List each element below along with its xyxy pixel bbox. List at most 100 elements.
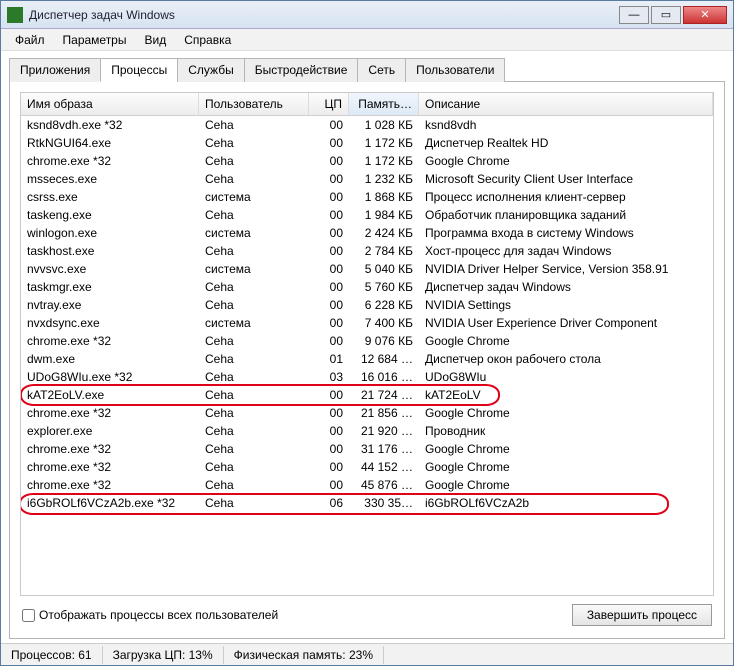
table-row[interactable]: chrome.exe *32Ceha0031 176 …Google Chrom… (21, 440, 713, 458)
col-description[interactable]: Описание (419, 93, 713, 115)
process-name: ksnd8vdh.exe *32 (21, 117, 199, 133)
table-row[interactable]: chrome.exe *32Ceha0044 152 …Google Chrom… (21, 458, 713, 476)
process-user: Ceha (199, 135, 309, 151)
status-cpu: Загрузка ЦП: 13% (103, 646, 224, 664)
process-name: i6GbROLf6VCzA2b.exe *32 (21, 495, 199, 511)
table-row[interactable]: chrome.exe *32Ceha0021 856 …Google Chrom… (21, 404, 713, 422)
process-user: система (199, 225, 309, 241)
process-description: Google Chrome (419, 405, 713, 421)
process-cpu: 00 (309, 333, 349, 349)
menu-view[interactable]: Вид (136, 31, 174, 49)
process-description: ksnd8vdh (419, 117, 713, 133)
process-memory: 21 724 … (349, 387, 419, 403)
table-body[interactable]: ksnd8vdh.exe *32Ceha001 028 КБksnd8vdhRt… (21, 116, 713, 595)
process-memory: 1 868 КБ (349, 189, 419, 205)
process-cpu: 00 (309, 243, 349, 259)
titlebar[interactable]: Диспетчер задач Windows — ▭ ✕ (1, 1, 733, 29)
col-cpu[interactable]: ЦП (309, 93, 349, 115)
process-cpu: 00 (309, 135, 349, 151)
process-user: Ceha (199, 387, 309, 403)
process-name: explorer.exe (21, 423, 199, 439)
tab-users[interactable]: Пользователи (405, 58, 505, 82)
process-name: chrome.exe *32 (21, 153, 199, 169)
process-description: Обработчик планировщика заданий (419, 207, 713, 223)
process-name: nvvsvc.exe (21, 261, 199, 277)
end-process-button[interactable]: Завершить процесс (572, 604, 712, 626)
process-cpu: 01 (309, 351, 349, 367)
menu-help[interactable]: Справка (176, 31, 239, 49)
table-row[interactable]: chrome.exe *32Ceha001 172 КБGoogle Chrom… (21, 152, 713, 170)
process-cpu: 00 (309, 225, 349, 241)
process-user: система (199, 261, 309, 277)
tab-services[interactable]: Службы (177, 58, 244, 82)
process-user: Ceha (199, 477, 309, 493)
process-cpu: 00 (309, 171, 349, 187)
table-row[interactable]: ksnd8vdh.exe *32Ceha001 028 КБksnd8vdh (21, 116, 713, 134)
process-name: winlogon.exe (21, 225, 199, 241)
process-cpu: 00 (309, 279, 349, 295)
maximize-button[interactable]: ▭ (651, 6, 681, 24)
status-processes: Процессов: 61 (1, 646, 103, 664)
window-buttons: — ▭ ✕ (619, 6, 727, 24)
process-user: Ceha (199, 153, 309, 169)
table-row[interactable]: msseces.exeCeha001 232 КБMicrosoft Secur… (21, 170, 713, 188)
process-cpu: 00 (309, 261, 349, 277)
col-user[interactable]: Пользователь (199, 93, 309, 115)
menubar: Файл Параметры Вид Справка (1, 29, 733, 51)
process-cpu: 00 (309, 207, 349, 223)
process-memory: 1 028 КБ (349, 117, 419, 133)
table-row[interactable]: RtkNGUI64.exeCeha001 172 КБДиспетчер Rea… (21, 134, 713, 152)
process-cpu: 00 (309, 477, 349, 493)
table-row[interactable]: taskmgr.exeCeha005 760 КБДиспетчер задач… (21, 278, 713, 296)
process-user: система (199, 189, 309, 205)
col-image-name[interactable]: Имя образа (21, 93, 199, 115)
process-user: Ceha (199, 459, 309, 475)
process-cpu: 00 (309, 423, 349, 439)
table-row[interactable]: kAT2EoLV.exeCeha0021 724 …kAT2EoLV (21, 386, 713, 404)
menu-options[interactable]: Параметры (55, 31, 135, 49)
table-row[interactable]: i6GbROLf6VCzA2b.exe *32Ceha06330 35…i6Gb… (21, 494, 713, 512)
tab-processes[interactable]: Процессы (100, 58, 178, 82)
process-description: Программа входа в систему Windows (419, 225, 713, 241)
process-description: Диспетчер задач Windows (419, 279, 713, 295)
col-memory[interactable]: Память… (349, 93, 419, 115)
process-cpu: 00 (309, 297, 349, 313)
table-row[interactable]: taskeng.exeCeha001 984 КБОбработчик план… (21, 206, 713, 224)
process-user: Ceha (199, 207, 309, 223)
table-row[interactable]: explorer.exeCeha0021 920 …Проводник (21, 422, 713, 440)
tab-network[interactable]: Сеть (357, 58, 406, 82)
process-description: Google Chrome (419, 477, 713, 493)
task-manager-window: Диспетчер задач Windows — ▭ ✕ Файл Парам… (0, 0, 734, 666)
table-row[interactable]: csrss.exeсистема001 868 КБПроцесс исполн… (21, 188, 713, 206)
show-all-users-checkbox[interactable]: Отображать процессы всех пользователей (22, 608, 278, 622)
table-row[interactable]: dwm.exeCeha0112 684 …Диспетчер окон рабо… (21, 350, 713, 368)
tab-applications[interactable]: Приложения (9, 58, 101, 82)
table-row[interactable]: winlogon.exeсистема002 424 КБПрограмма в… (21, 224, 713, 242)
menu-file[interactable]: Файл (7, 31, 53, 49)
table-row[interactable]: nvxdsync.exeсистема007 400 КБNVIDIA User… (21, 314, 713, 332)
tab-performance[interactable]: Быстродействие (244, 58, 359, 82)
table-row[interactable]: nvtray.exeCeha006 228 КБNVIDIA Settings (21, 296, 713, 314)
process-memory: 7 400 КБ (349, 315, 419, 331)
status-memory: Физическая память: 23% (224, 646, 384, 664)
tab-panel-processes: Имя образа Пользователь ЦП Память… Описа… (9, 81, 725, 639)
process-user: Ceha (199, 297, 309, 313)
show-all-users-label: Отображать процессы всех пользователей (39, 608, 278, 622)
table-row[interactable]: chrome.exe *32Ceha0045 876 …Google Chrom… (21, 476, 713, 494)
process-memory: 2 424 КБ (349, 225, 419, 241)
minimize-button[interactable]: — (619, 6, 649, 24)
table-row[interactable]: chrome.exe *32Ceha009 076 КБGoogle Chrom… (21, 332, 713, 350)
process-user: Ceha (199, 405, 309, 421)
window-title: Диспетчер задач Windows (29, 8, 619, 22)
process-description: Google Chrome (419, 333, 713, 349)
process-name: taskhost.exe (21, 243, 199, 259)
show-all-users-input[interactable] (22, 609, 35, 622)
table-row[interactable]: nvvsvc.exeсистема005 040 КБNVIDIA Driver… (21, 260, 713, 278)
table-row[interactable]: taskhost.exeCeha002 784 КБХост-процесс д… (21, 242, 713, 260)
process-name: chrome.exe *32 (21, 441, 199, 457)
process-memory: 6 228 КБ (349, 297, 419, 313)
close-button[interactable]: ✕ (683, 6, 727, 24)
table-row[interactable]: UDoG8WIu.exe *32Ceha0316 016 …UDoG8WIu (21, 368, 713, 386)
process-description: NVIDIA Settings (419, 297, 713, 313)
process-cpu: 03 (309, 369, 349, 385)
